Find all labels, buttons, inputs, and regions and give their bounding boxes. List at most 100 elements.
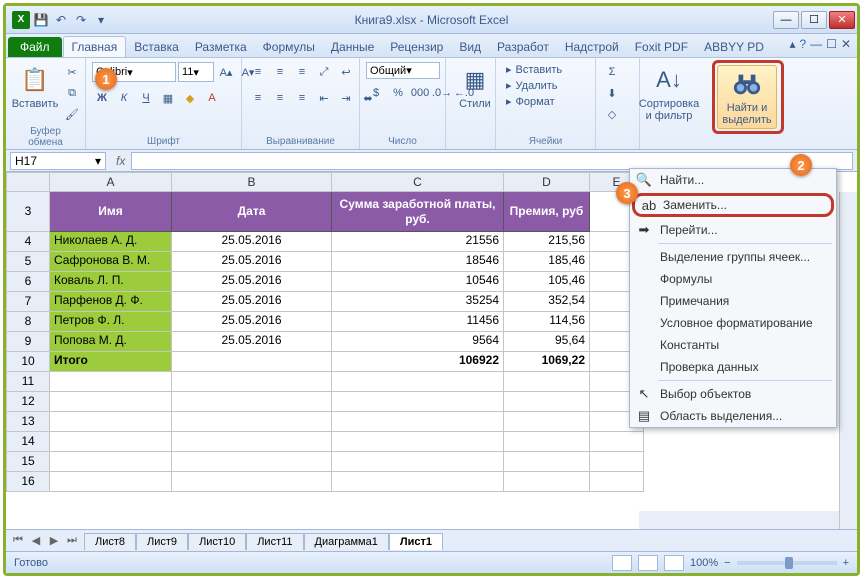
- cell[interactable]: [50, 452, 172, 472]
- align-bot-icon[interactable]: ≡: [292, 62, 312, 82]
- cell[interactable]: [504, 452, 590, 472]
- total-label[interactable]: Итого: [50, 352, 172, 372]
- cell-sum[interactable]: 9564: [332, 332, 504, 352]
- fill-color-icon[interactable]: ◆: [180, 88, 200, 108]
- cell-name[interactable]: Сафронова В. М.: [50, 252, 172, 272]
- row-header[interactable]: 14: [6, 432, 50, 452]
- cell[interactable]: [172, 432, 332, 452]
- cell-sum[interactable]: 21556: [332, 232, 504, 252]
- row-header[interactable]: 13: [6, 412, 50, 432]
- row-header[interactable]: 12: [6, 392, 50, 412]
- paste-button[interactable]: 📋 Вставить: [12, 62, 58, 112]
- italic-icon[interactable]: К: [114, 88, 134, 108]
- row-header[interactable]: 10: [6, 352, 50, 372]
- row-header[interactable]: 3: [6, 192, 50, 232]
- cell[interactable]: [172, 472, 332, 492]
- cell-prem[interactable]: 352,54: [504, 292, 590, 312]
- view-normal-button[interactable]: [612, 555, 632, 571]
- name-box[interactable]: H17▾: [10, 152, 106, 170]
- cell-prem[interactable]: 114,56: [504, 312, 590, 332]
- cell[interactable]: [50, 472, 172, 492]
- align-left-icon[interactable]: ≡: [248, 88, 268, 108]
- styles-button[interactable]: ▦ Стили: [452, 62, 498, 112]
- cell[interactable]: [590, 472, 644, 492]
- file-tab[interactable]: Файл: [8, 37, 62, 57]
- doc-close-icon[interactable]: ✕: [841, 37, 851, 51]
- maximize-button[interactable]: ☐: [801, 11, 827, 29]
- sheet-tab[interactable]: Лист11: [246, 533, 303, 550]
- close-button[interactable]: ✕: [829, 11, 855, 29]
- total-sum[interactable]: 106922: [332, 352, 504, 372]
- row-header[interactable]: 6: [6, 272, 50, 292]
- cell[interactable]: [504, 412, 590, 432]
- menu-goto[interactable]: ➡Перейти...: [630, 219, 836, 241]
- cell[interactable]: [590, 432, 644, 452]
- sheet-tab[interactable]: Лист8: [84, 533, 136, 550]
- cell-date[interactable]: 25.05.2016: [172, 252, 332, 272]
- underline-icon[interactable]: Ч: [136, 88, 156, 108]
- qat-more-icon[interactable]: ▾: [92, 11, 110, 29]
- fill-icon[interactable]: ⬇: [602, 83, 622, 103]
- cell-date[interactable]: 25.05.2016: [172, 272, 332, 292]
- orientation-icon[interactable]: ⤢: [314, 62, 334, 82]
- delete-cells-button[interactable]: ▸ Удалить: [502, 78, 589, 93]
- cell[interactable]: [332, 432, 504, 452]
- tab-review[interactable]: Рецензир: [382, 37, 451, 57]
- menu-select-objects[interactable]: ↖Выбор объектов: [630, 383, 836, 405]
- table-header[interactable]: Дата: [172, 192, 332, 232]
- menu-cond-fmt[interactable]: Условное форматирование: [630, 312, 836, 334]
- tab-home[interactable]: Главная: [63, 36, 127, 57]
- clear-icon[interactable]: ◇: [602, 104, 622, 124]
- undo-icon[interactable]: ↶: [52, 11, 70, 29]
- menu-comments[interactable]: Примечания: [630, 290, 836, 312]
- col-header[interactable]: B: [172, 172, 332, 192]
- border-icon[interactable]: ▦: [158, 88, 178, 108]
- cell-date[interactable]: 25.05.2016: [172, 332, 332, 352]
- tab-nav-last[interactable]: ⏭: [64, 533, 80, 549]
- cell[interactable]: [504, 372, 590, 392]
- cell-prem[interactable]: 105,46: [504, 272, 590, 292]
- tab-nav-prev[interactable]: ◀: [28, 533, 44, 549]
- cell[interactable]: [50, 432, 172, 452]
- row-header[interactable]: 8: [6, 312, 50, 332]
- cell-date[interactable]: 25.05.2016: [172, 232, 332, 252]
- cell-name[interactable]: Петров Ф. Л.: [50, 312, 172, 332]
- menu-validation[interactable]: Проверка данных: [630, 356, 836, 378]
- find-select-button[interactable]: Найти и выделить: [717, 65, 777, 129]
- total-prem[interactable]: 1069,22: [504, 352, 590, 372]
- vertical-scrollbar[interactable]: [839, 192, 857, 529]
- align-mid-icon[interactable]: ≡: [270, 62, 290, 82]
- tab-nav-first[interactable]: ⏮: [10, 533, 26, 549]
- cell[interactable]: [504, 432, 590, 452]
- number-format-combo[interactable]: Общий ▾: [366, 62, 440, 79]
- cell[interactable]: [50, 412, 172, 432]
- col-header[interactable]: A: [50, 172, 172, 192]
- menu-goto-special[interactable]: Выделение группы ячеек...: [630, 246, 836, 268]
- font-color-icon[interactable]: A: [202, 88, 222, 108]
- cell[interactable]: [590, 452, 644, 472]
- table-header[interactable]: Премия, руб: [504, 192, 590, 232]
- insert-cells-button[interactable]: ▸ Вставить: [502, 62, 589, 77]
- cell-sum[interactable]: 18546: [332, 252, 504, 272]
- align-top-icon[interactable]: ≡: [248, 62, 268, 82]
- tab-abbyy[interactable]: ABBYY PD: [696, 37, 772, 57]
- row-header[interactable]: 9: [6, 332, 50, 352]
- view-layout-button[interactable]: [638, 555, 658, 571]
- tab-formulas[interactable]: Формулы: [255, 37, 323, 57]
- autosum-icon[interactable]: Σ: [602, 62, 622, 82]
- wrap-text-icon[interactable]: ↩: [336, 62, 356, 82]
- zoom-label[interactable]: 100%: [690, 557, 718, 569]
- cut-icon[interactable]: ✂: [62, 62, 82, 82]
- cell-name[interactable]: Николаев А. Д.: [50, 232, 172, 252]
- tab-addins[interactable]: Надстрой: [557, 37, 627, 57]
- table-header[interactable]: Имя: [50, 192, 172, 232]
- sheet-tab[interactable]: Диаграмма1: [304, 533, 389, 550]
- tab-foxit[interactable]: Foxit PDF: [627, 37, 696, 57]
- cell[interactable]: [332, 392, 504, 412]
- cell-name[interactable]: Попова М. Д.: [50, 332, 172, 352]
- redo-icon[interactable]: ↷: [72, 11, 90, 29]
- horizontal-scrollbar[interactable]: [639, 511, 839, 529]
- cell-prem[interactable]: 215,56: [504, 232, 590, 252]
- sheet-tab[interactable]: Лист1: [389, 533, 443, 550]
- col-header[interactable]: C: [332, 172, 504, 192]
